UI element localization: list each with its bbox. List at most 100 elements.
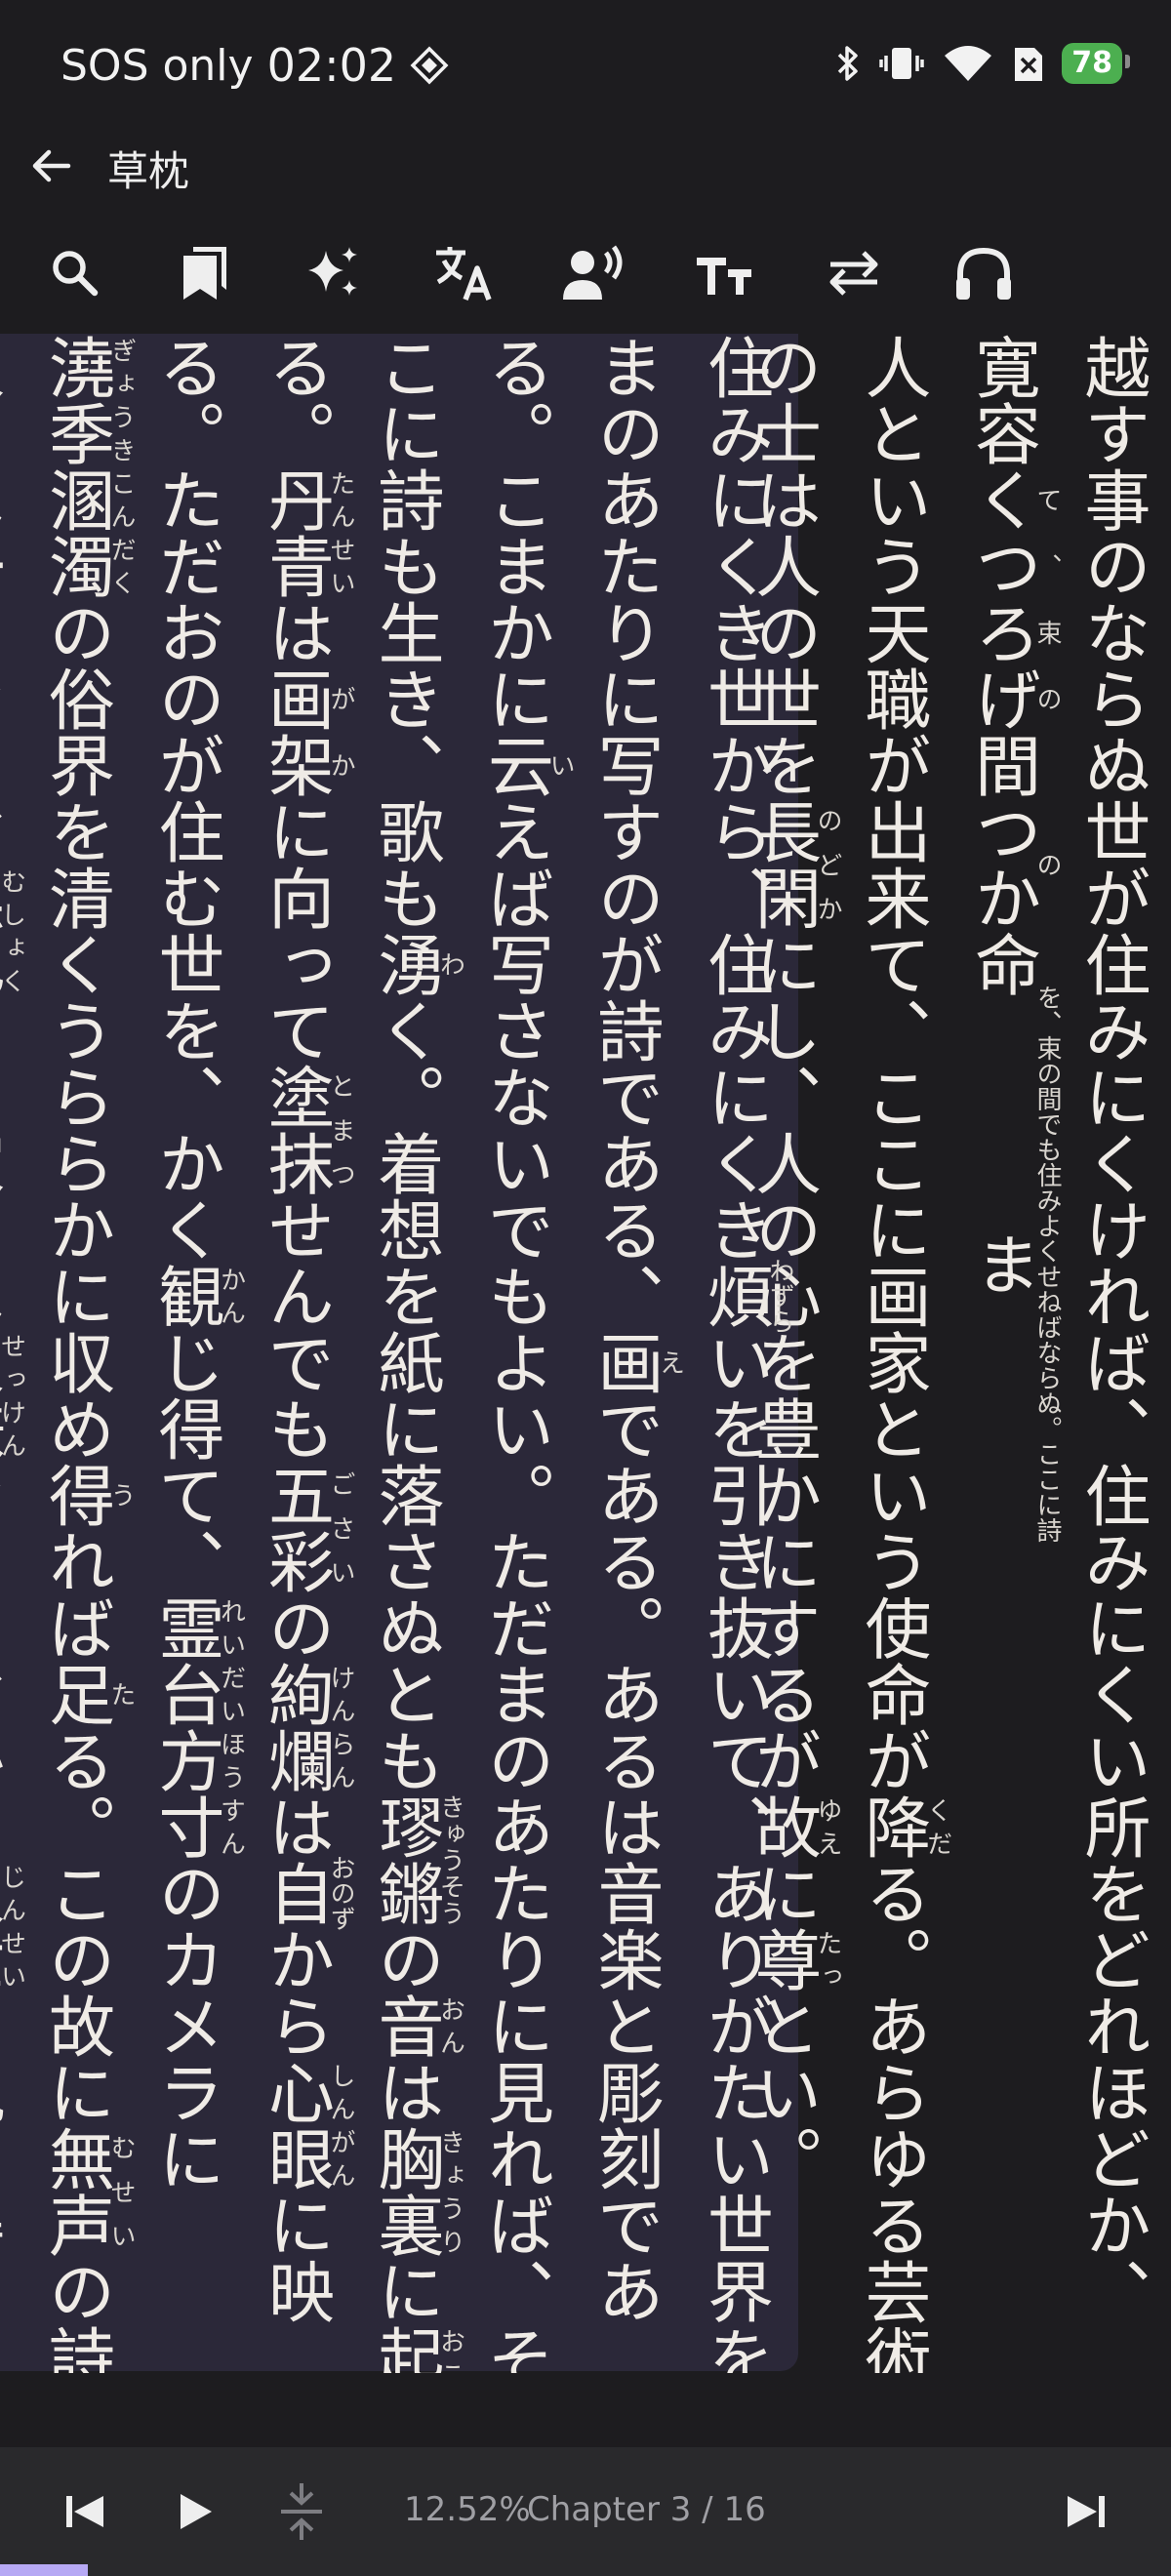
font-size-icon [697,258,751,295]
furigana: おん [435,1992,465,2059]
text-run: 人という天職が出来て、ここに画家という使命が [853,334,930,1793]
reader-toolbar [0,224,1171,322]
text-line: る。丹青たんせいは画架がかに向って塗抹とまつせんでも五彩ごさいの絢爛けんらんは自… [244,334,356,2373]
reading-pane[interactable]: 越す事のならぬ世が住みにくければ、住みにくい所をどれほどか、 寛容くつろげて、束の… [0,334,1171,2373]
text-run: せんでも [256,1196,334,1462]
furigana: じんせい [0,1860,26,1992]
ruby-word: 心眼しんがん [256,2059,356,2192]
text-run: は [256,1793,334,1860]
furigana: おこ [435,2324,465,2373]
swap-button[interactable] [810,224,898,322]
text-run: 寛容 [962,334,1040,466]
vibrate-icon [879,48,924,79]
paragraph-text-right: 越す事のならぬ世が住みにくければ、住みにくい所をどれほどか、 寛容くつろげて、束の… [731,334,1162,2373]
furigana: え [655,1329,685,1395]
ruby-word: 観かん [146,1263,246,1329]
furigana: ぎょうきこんだく [106,334,136,599]
audiobook-button[interactable] [940,224,1028,322]
text-line: 人という天職が出来て、ここに画家という使命が降くだる。あらゆる芸術 [840,334,952,2373]
text-run: 越す事のならぬ世が住みにくければ、住みにくい所をどれほどか、 [1072,334,1150,2324]
search-button[interactable] [31,224,119,322]
collapse-button[interactable] [267,2473,336,2551]
ruby-word: 塗抹とまつ [256,1064,356,1196]
ruby-word: 五彩ごさい [256,1462,356,1594]
ai-button[interactable] [291,224,379,322]
text-run: る。ただおのが住む世を、かく [146,334,223,1263]
text-run: 住みにくき世から、住みにくき [695,334,773,1263]
furigana: おのず [326,1855,355,1931]
text-run: は [366,2059,443,2125]
progress-percent: 12.52% [404,2490,531,2529]
text-run: の [366,1926,443,1992]
ruby-word: 丹青たんせい [256,466,356,599]
ruby-word: 自おのず [256,1855,356,1931]
bookmarks-button[interactable] [161,224,249,322]
ruby-word: 画架がか [256,665,356,798]
app-bar: 草枕 [0,117,1171,215]
ruby-word: くつろげて、束の [962,466,1063,732]
furigana: た [106,1661,136,1727]
text-run: の画家には [0,997,4,1329]
skip-next-icon [1068,2496,1105,2527]
ruby-word: 湧わ [366,931,465,997]
reading-progress-bar [0,2564,1171,2576]
skip-previous-icon [66,2496,103,2527]
ruby-word: 尺縑せっけん [0,1329,26,1462]
sim-off-icon [1015,48,1043,81]
swap-icon [829,251,878,296]
text-line: 澆季溷濁ぎょうきこんだくの俗界を清くうららかに収め得うれば足たる。この故に無声む… [24,334,137,2373]
ruby-word: 澆季溷濁ぎょうきこんだく [36,334,137,599]
bottom-bar: 12.52% Chapter 3 / 16 [0,2447,1171,2576]
furigana: ごさい [326,1462,355,1594]
furigana: を、束の間でも住みよくせねばならぬ。ここに詩 [1032,985,1062,1543]
furigana: の [1032,798,1062,931]
back-button[interactable] [21,137,80,195]
text-line: こに詩も生き、歌も湧わく。着想を紙に落さぬとも璆鏘きゅうそうの音おんは胸裏きょう… [353,334,465,2373]
collapse-icon [281,2483,322,2540]
ruby-word: 云い [475,732,576,798]
furigana: たんせい [326,466,355,599]
book-title: 草枕 [107,147,190,195]
text-run: る。この故に [36,1727,114,2125]
text-run: の俗界を清くうららかに収め [36,599,114,1462]
furigana: れいだいほうすん [216,1594,246,1860]
play-button[interactable] [162,2473,230,2551]
text-run: は [256,599,334,665]
chapter-indicator: Chapter 3 / 16 [527,2490,766,2529]
text-run: なきも、かく [0,1462,4,1860]
paragraph-text-left: 住みにくき世から、住みにくき煩わずらいを引き抜いて、ありがたい世界を まのあたりに… [0,334,795,2373]
carrier-label: SOS only [61,40,254,91]
bookmarks-icon [183,247,226,300]
furigana: わ [435,931,465,997]
text-run: く。着想を紙に落さぬとも [366,997,443,1793]
read-aloud-button[interactable] [550,224,638,322]
text-line: る。こまかに云いえば写さないでもよい。ただまのあたりに見れば、そ [464,334,576,2373]
font-size-button[interactable] [680,224,768,322]
prev-chapter-button[interactable] [51,2473,119,2551]
furigana: しんがん [326,2059,355,2192]
text-line: 人には一句なく、無色むしょくの画家には尺縑せっけんなきも、かく人世じんせいを観じ… [0,334,26,2373]
headphones-icon [956,247,1011,300]
status-bar: SOS only 02:02 78 [0,0,1171,137]
reading-progress-fill [0,2564,89,2576]
text-line: まのあたりに写すのが詩である、画えである。あるは音楽と彫刻であ [573,334,685,2373]
text-run: に向って [256,798,334,1064]
furigana: きゅうそう [435,1793,465,1926]
text-run: こに詩も生き、歌も [366,334,443,931]
text-run: る。あらゆる芸術 [853,1860,930,2373]
data-saver-icon [410,46,449,85]
next-chapter-button[interactable] [1052,2473,1120,2551]
text-run: を観じ得るの [0,1992,4,2373]
text-run: 間 [962,732,1040,798]
ruby-word: 音おん [366,1992,465,2059]
ruby-word: つかの [962,798,1063,931]
text-run: 人には一句なく、 [0,334,4,865]
text-line: 住みにくき世から、住みにくき煩わずらいを引き抜いて、ありがたい世界を [683,334,795,2373]
ruby-word: 起おこ [366,2324,465,2373]
translate-icon [436,247,492,301]
translate-button[interactable] [421,224,508,322]
text-run: である。あるは音楽と彫刻であ [586,1395,663,2324]
text-line: る。ただおのが住む世を、かく観かんじ得て、霊台方寸れいだいほうすんのカメラに [134,334,246,2373]
furigana: う [106,1462,136,1528]
text-run: えば写さないでもよい。ただまのあたりに見れば、そ [475,798,553,2373]
